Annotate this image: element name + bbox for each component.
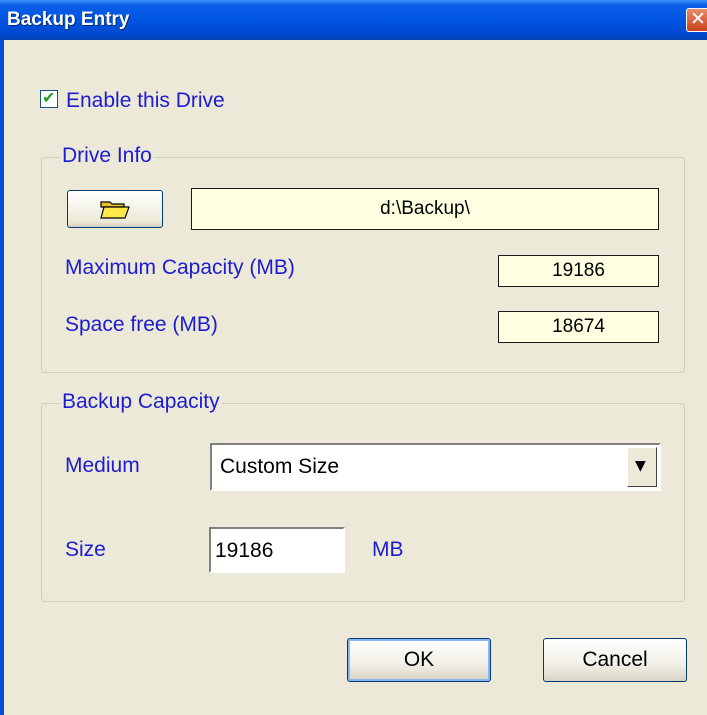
browse-folder-button[interactable] [67, 190, 163, 228]
window-title: Backup Entry [7, 9, 130, 30]
cancel-button[interactable]: Cancel [543, 638, 687, 682]
size-input[interactable]: 19186 [209, 527, 345, 573]
medium-label: Medium [65, 454, 140, 477]
drive-path-value: d:\Backup\ [380, 198, 470, 219]
size-label: Size [65, 538, 106, 561]
close-icon: ✕ [690, 8, 706, 30]
size-unit-label: MB [372, 538, 404, 561]
medium-select-value: Custom Size [220, 455, 340, 478]
chevron-down-icon: ▼ [635, 458, 646, 474]
folder-icon [100, 201, 130, 219]
max-capacity-field: 19186 [498, 255, 659, 287]
drive-info-legend: Drive Info [60, 144, 154, 168]
medium-select[interactable]: Custom Size ▼ [210, 443, 661, 491]
space-free-field: 18674 [498, 311, 659, 343]
window-border [0, 40, 4, 715]
ok-button[interactable]: OK [347, 638, 491, 682]
size-input-value: 19186 [215, 539, 274, 562]
max-capacity-label: Maximum Capacity (MB) [65, 256, 295, 279]
enable-drive-label[interactable]: Enable this Drive [66, 89, 225, 113]
space-free-value: 18674 [552, 316, 605, 337]
close-button[interactable]: ✕ [686, 8, 707, 32]
enable-drive-checkbox[interactable]: ✔ [40, 88, 58, 108]
check-icon: ✔ [42, 88, 56, 107]
backup-capacity-group [41, 403, 685, 602]
drive-path-field: d:\Backup\ [191, 188, 659, 230]
max-capacity-value: 19186 [552, 260, 605, 281]
backup-capacity-legend: Backup Capacity [60, 390, 222, 414]
space-free-label: Space free (MB) [65, 313, 218, 336]
medium-dropdown-button[interactable]: ▼ [627, 447, 657, 487]
title-bar[interactable]: Backup Entry ✕ [0, 0, 707, 40]
